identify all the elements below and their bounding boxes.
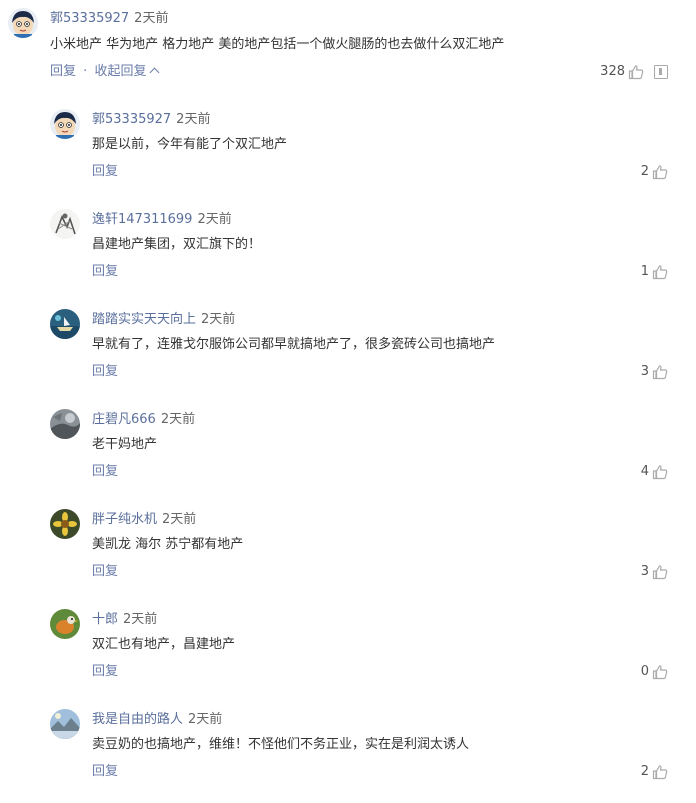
thumbs-up-icon xyxy=(628,65,644,80)
thumbs-up-icon xyxy=(652,365,668,380)
photo-avatar-icon xyxy=(50,409,80,439)
reply-text: 卖豆奶的也搞地产，维维！不怪他们不务正业，实在是利润太诱人 xyxy=(92,737,470,752)
username[interactable]: 我是自由的路人 xyxy=(92,712,183,727)
thumbs-up-icon xyxy=(652,465,668,480)
reply-header: 逸轩147311699 2天前 xyxy=(92,211,232,229)
avatar[interactable] xyxy=(50,309,80,339)
reply-button[interactable]: 回复 xyxy=(50,64,76,79)
collapse-replies-button[interactable]: 收起回复 xyxy=(94,64,160,79)
avatar[interactable] xyxy=(50,709,80,739)
avatar[interactable] xyxy=(50,209,80,239)
cartoon-avatar-icon xyxy=(8,8,38,38)
report-icon[interactable] xyxy=(654,65,668,79)
timestamp: 2天前 xyxy=(162,512,197,527)
timestamp: 2天前 xyxy=(188,712,223,727)
like-count: 0 xyxy=(640,664,649,679)
avatar[interactable] xyxy=(8,8,38,38)
reply-text: 双汇也有地产，昌建地产 xyxy=(92,637,236,652)
username[interactable]: 逸轩147311699 xyxy=(92,212,192,227)
like-count: 2 xyxy=(640,764,649,779)
reply-item: 踏踏实实天天向上 2天前 早就有了，连雅戈尔服饰公司都早就搞地产了，很多瓷砖公司也… xyxy=(0,300,696,400)
like-button[interactable]: 328 xyxy=(600,63,644,81)
like-count: 4 xyxy=(640,464,649,479)
cartoon-avatar-icon xyxy=(50,109,80,139)
like-count: 2 xyxy=(640,164,649,179)
reply-button[interactable]: 回复 xyxy=(92,263,118,281)
reply-button[interactable]: 回复 xyxy=(92,563,118,581)
reply-button[interactable]: 回复 xyxy=(92,363,118,381)
reply-header: 十郎 2天前 xyxy=(92,611,157,629)
timestamp: 2天前 xyxy=(134,11,169,26)
reply-button[interactable]: 回复 xyxy=(92,763,118,781)
timestamp: 2天前 xyxy=(201,312,236,327)
avatar[interactable] xyxy=(50,109,80,139)
reply-header: 庄碧凡666 2天前 xyxy=(92,411,195,429)
like-button[interactable]: 4 xyxy=(641,463,668,481)
like-count: 1 xyxy=(640,264,649,279)
timestamp: 2天前 xyxy=(197,212,232,227)
timestamp: 2天前 xyxy=(160,412,196,427)
like-button[interactable]: 1 xyxy=(641,263,668,281)
username[interactable]: 郭53335927 xyxy=(50,11,129,26)
comment-text: 小米地产 华为地产 格力地产 美的地产包括一个做火腿肠的也去做什么双汇地产 xyxy=(50,37,505,52)
reply-item: 我是自由的路人 2天前 卖豆奶的也搞地产，维维！不怪他们不务正业，实在是利润太诱人… xyxy=(0,700,696,800)
landscape-avatar-icon xyxy=(50,709,80,739)
flower-avatar-icon xyxy=(50,509,80,539)
reply-text: 早就有了，连雅戈尔服饰公司都早就搞地产了，很多瓷砖公司也搞地产 xyxy=(92,337,496,352)
comment-actions: 回复 · 收起回复 xyxy=(50,63,160,81)
thumbs-up-icon xyxy=(652,165,668,180)
username[interactable]: 郭53335927 xyxy=(92,112,171,127)
separator: · xyxy=(83,64,88,79)
reply-item: 胖子纯水机 2天前 美凯龙 海尔 苏宁都有地产 回复 3 xyxy=(0,500,696,600)
reply-button[interactable]: 回复 xyxy=(92,163,118,181)
reply-text: 昌建地产集团，双汇旗下的！ xyxy=(92,237,262,252)
like-count: 328 xyxy=(600,64,625,79)
reply-list: 郭53335927 2天前 那是以前，今年有能了个双汇地产 回复 2 逸轩1473… xyxy=(0,100,696,800)
username[interactable]: 庄碧凡666 xyxy=(92,412,156,427)
bird-avatar-icon xyxy=(50,609,80,639)
thumbs-up-icon xyxy=(652,265,668,280)
like-button[interactable]: 3 xyxy=(641,563,668,581)
like-button[interactable]: 2 xyxy=(641,163,668,181)
thumbs-up-icon xyxy=(652,565,668,580)
reply-item: 庄碧凡666 2天前 老干妈地产 回复 4 xyxy=(0,400,696,500)
avatar[interactable] xyxy=(50,509,80,539)
reply-button[interactable]: 回复 xyxy=(92,463,118,481)
boat-avatar-icon xyxy=(50,309,80,339)
thumbs-up-icon xyxy=(652,765,668,780)
main-comment: 郭53335927 2天前 小米地产 华为地产 格力地产 美的地产包括一个做火腿肠… xyxy=(0,0,696,92)
username[interactable]: 踏踏实实天天向上 xyxy=(92,312,196,327)
timestamp: 2天前 xyxy=(176,112,211,127)
reply-header: 我是自由的路人 2天前 xyxy=(92,711,222,729)
reply-text: 那是以前，今年有能了个双汇地产 xyxy=(92,137,288,152)
reply-header: 踏踏实实天天向上 2天前 xyxy=(92,311,235,329)
like-count: 3 xyxy=(640,564,649,579)
reply-item: 郭53335927 2天前 那是以前，今年有能了个双汇地产 回复 2 xyxy=(0,100,696,200)
reply-text: 美凯龙 海尔 苏宁都有地产 xyxy=(92,537,244,552)
reply-item: 十郎 2天前 双汇也有地产，昌建地产 回复 0 xyxy=(0,600,696,700)
chevron-up-icon xyxy=(150,67,160,78)
avatar[interactable] xyxy=(50,609,80,639)
collapse-replies-label: 收起回复 xyxy=(94,64,147,79)
reply-text: 老干妈地产 xyxy=(92,437,158,452)
reply-header: 郭53335927 2天前 xyxy=(92,111,210,129)
like-button[interactable]: 2 xyxy=(641,763,668,781)
username[interactable]: 十郎 xyxy=(92,612,118,627)
reply-item: 逸轩147311699 2天前 昌建地产集团，双汇旗下的！ 回复 1 xyxy=(0,200,696,300)
like-count: 3 xyxy=(640,364,649,379)
avatar[interactable] xyxy=(50,409,80,439)
like-button[interactable]: 3 xyxy=(641,363,668,381)
reply-header: 胖子纯水机 2天前 xyxy=(92,511,196,529)
reply-button[interactable]: 回复 xyxy=(92,663,118,681)
timestamp: 2天前 xyxy=(123,612,158,627)
sketch-avatar-icon xyxy=(50,209,80,239)
thumbs-up-icon xyxy=(652,665,668,680)
comment-header: 郭53335927 2天前 xyxy=(50,10,168,28)
username[interactable]: 胖子纯水机 xyxy=(92,512,157,527)
like-button[interactable]: 0 xyxy=(641,663,668,681)
